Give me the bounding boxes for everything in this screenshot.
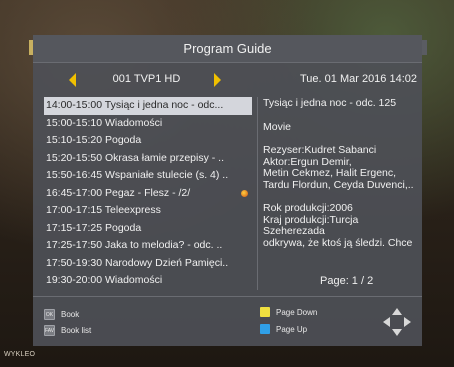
credit-line: Metin Cekmez, Halit Ergenc, <box>263 168 397 179</box>
navigation-pad-icon <box>383 308 411 336</box>
program-row[interactable]: 14:00-15:00 Tysiąc i jedna noc - odc... <box>44 97 252 115</box>
book-list-legend[interactable]: FAV Book list <box>44 325 91 336</box>
info-line: Rok produkcji:2006 <box>263 203 353 214</box>
detail-info: Rok produkcji:2006 Kraj produkcji:Turcja S… <box>263 203 423 249</box>
nav-up-icon <box>392 308 402 315</box>
blue-key-icon <box>260 324 270 334</box>
fav-key-icon: FAV <box>44 325 55 336</box>
program-title: Pegaz - Flesz - /2/ <box>104 186 191 199</box>
detail-credits: Rezyser:Kudret Sabanci Aktor:Ergun Demir,… <box>263 145 423 191</box>
channel-selector[interactable]: 001 TVP1 HD <box>64 70 221 90</box>
program-time: 15:50-16:45 <box>46 169 103 181</box>
program-time: 17:00-17:15 <box>46 204 103 216</box>
program-time: 17:50-19:30 <box>46 256 103 269</box>
program-title: Pogoda <box>104 221 142 234</box>
program-title: Wiadomości <box>104 116 163 129</box>
reminder-icon <box>241 189 248 197</box>
program-row[interactable]: 15:50-16:45 Wspaniałe stulecie (s. 4) .. <box>44 167 252 185</box>
page-up-legend[interactable]: Page Up <box>260 324 307 334</box>
page-down-label: Page Down <box>276 307 318 317</box>
program-title: Tysiąc i jedna noc - odc... <box>104 99 224 111</box>
program-row[interactable]: 19:30-20:00 Wiadomości <box>44 272 252 290</box>
program-time: 16:45-17:00 <box>46 186 103 199</box>
yellow-key-icon <box>260 307 270 317</box>
info-line: Szeherezada <box>263 226 325 237</box>
program-title: Wspaniałe stulecie (s. 4) .. <box>104 169 229 181</box>
program-row[interactable]: 17:00-17:15 Teleexpress <box>44 202 252 220</box>
program-time: 19:30-20:00 <box>46 274 103 286</box>
program-title: Jaka to melodia? - odc. .. <box>104 239 223 251</box>
credit-line: Rezyser:Kudret Sabanci <box>263 145 377 156</box>
program-time: 15:00-15:10 <box>46 116 103 129</box>
channel-name: 001 TVP1 HD <box>112 73 181 85</box>
column-divider <box>257 97 258 290</box>
program-title: Wiadomości <box>104 274 163 286</box>
book-label: Book <box>61 310 80 319</box>
program-row[interactable]: 17:50-19:30 Narodowy Dzień Pamięci.. <box>44 255 252 273</box>
credit-line: Tardu Flordun, Ceyda Duvenci,.. <box>263 179 414 191</box>
ok-key-icon: OK <box>44 309 55 320</box>
program-row[interactable]: 15:20-15:50 Okrasa łamie przepisy - .. <box>44 150 252 168</box>
program-title: Narodowy Dzień Pamięci.. <box>104 256 229 269</box>
credit-line: Aktor:Ergun Demir, <box>263 156 352 168</box>
footer-divider <box>33 296 422 297</box>
detail-title: Tysiąc i jedna noc - odc. 125 <box>263 98 397 109</box>
arrow-left-icon[interactable] <box>69 73 76 87</box>
current-datetime: Tue. 01 Mar 2016 14:02 <box>300 73 418 85</box>
nav-left-icon <box>383 317 390 327</box>
program-list: 14:00-15:00 Tysiąc i jedna noc - odc... 1… <box>44 97 252 290</box>
program-row[interactable]: 15:00-15:10 Wiadomości <box>44 115 252 133</box>
program-time: 15:20-15:50 <box>46 151 103 164</box>
page-title: Program Guide <box>183 41 272 56</box>
info-line: Kraj produkcji:Turcja <box>263 214 359 226</box>
info-line: odkrywa, że ktoś ją śledzi. Chce <box>263 237 413 249</box>
book-legend[interactable]: OK Book <box>44 309 79 320</box>
program-time: 14:00-15:00 <box>46 99 103 111</box>
program-row[interactable]: 17:15-17:25 Pogoda <box>44 220 252 238</box>
page-indicator: Page: 1 / 2 <box>320 275 374 287</box>
background-caption: WYKLEO <box>4 351 36 358</box>
program-row[interactable]: 17:25-17:50 Jaka to melodia? - odc. .. <box>44 237 252 255</box>
program-row[interactable]: 16:45-17:00 Pegaz - Flesz - /2/ <box>44 185 252 203</box>
program-row[interactable]: 15:10-15:20 Pogoda <box>44 132 252 150</box>
program-title: Okrasa łamie przepisy - .. <box>104 151 225 164</box>
page-down-legend[interactable]: Page Down <box>260 307 317 317</box>
nav-right-icon <box>404 317 411 327</box>
book-list-label: Book list <box>61 326 92 335</box>
program-detail: Tysiąc i jedna noc - odc. 125 Movie Rezy… <box>263 98 423 249</box>
arrow-right-icon[interactable] <box>214 73 221 87</box>
program-time: 17:25-17:50 <box>46 239 103 251</box>
program-time: 17:15-17:25 <box>46 221 103 234</box>
program-title: Pogoda <box>104 134 142 146</box>
nav-down-icon <box>392 329 402 336</box>
program-title: Teleexpress <box>104 204 161 216</box>
program-time: 15:10-15:20 <box>46 134 103 146</box>
page-up-label: Page Up <box>276 324 308 334</box>
title-bar: Program Guide <box>33 35 422 63</box>
detail-genre: Movie <box>263 121 292 133</box>
